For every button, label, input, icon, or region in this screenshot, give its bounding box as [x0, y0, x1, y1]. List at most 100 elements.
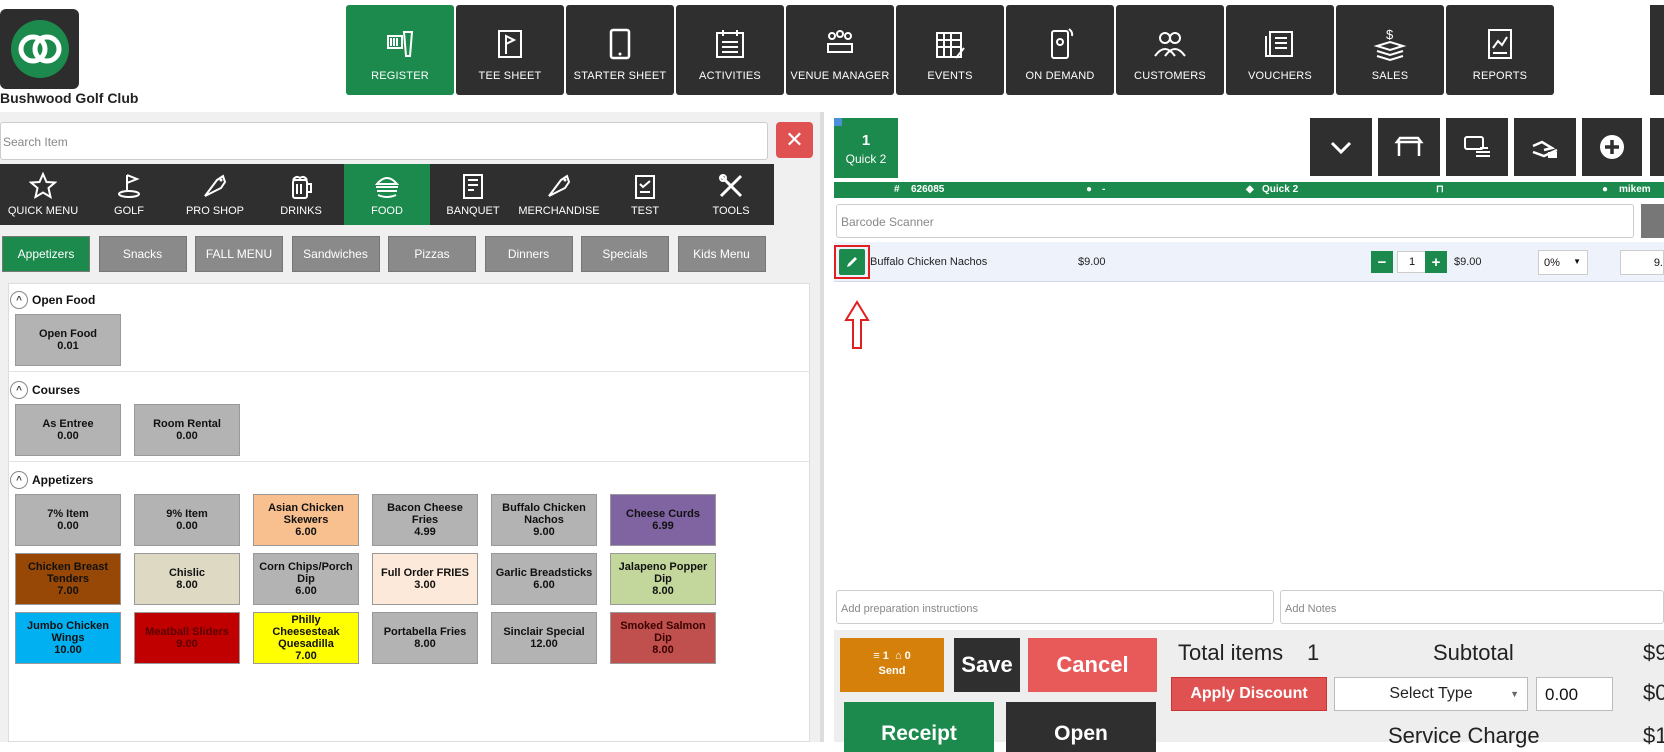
- subcategory-snacks[interactable]: Snacks: [98, 236, 187, 272]
- menu-item-tile[interactable]: Cheese Curds 6.99: [610, 494, 716, 546]
- section-header-courses[interactable]: ^ Courses: [10, 380, 80, 400]
- chevron-up-icon: ^: [10, 471, 28, 489]
- more-button[interactable]: [1650, 118, 1664, 176]
- notes-input[interactable]: Add Notes: [1280, 590, 1664, 624]
- menu-item-tile[interactable]: Room Rental 0.00: [134, 404, 240, 456]
- barcode-input[interactable]: Barcode Scanner: [836, 204, 1634, 238]
- nav-vouchers-button[interactable]: VOUCHERS: [1226, 5, 1334, 95]
- menu-item-price: 6.00: [295, 585, 317, 597]
- qty-input[interactable]: 1: [1397, 251, 1427, 273]
- subcategory-fall-menu[interactable]: FALL MENU: [195, 236, 283, 272]
- nav-register-button[interactable]: REGISTER: [346, 5, 454, 95]
- collapse-button[interactable]: [1310, 118, 1372, 176]
- decrease-qty-button[interactable]: −: [1371, 251, 1393, 273]
- menu-item-tile[interactable]: Chicken Breast Tenders 7.00: [15, 553, 121, 605]
- category-label: MERCHANDISE: [518, 205, 600, 217]
- nav-on-demand-button[interactable]: ON DEMAND: [1006, 5, 1114, 95]
- menu-item-tile[interactable]: Portabella Fries 8.00: [372, 612, 478, 664]
- nav-starter-sheet-button[interactable]: STARTER SHEET: [566, 5, 674, 95]
- search-input[interactable]: Search Item: [0, 122, 768, 160]
- menu-item-name: Jumbo Chicken Wings: [27, 620, 109, 644]
- add-button[interactable]: [1582, 118, 1642, 176]
- nav-sales-button[interactable]: $ SALES: [1336, 5, 1444, 95]
- menu-item-tile[interactable]: Philly Cheesesteak Quesadilla 7.00: [253, 612, 359, 664]
- ticket-id-icon: #: [894, 184, 900, 195]
- menu-item-tile[interactable]: Meatball Sliders 9.00: [134, 612, 240, 664]
- subcategory-specials[interactable]: Specials: [581, 236, 669, 272]
- apply-discount-button[interactable]: Apply Discount: [1171, 677, 1327, 711]
- subcategory-dinners[interactable]: Dinners: [484, 236, 573, 272]
- menu-item-tile[interactable]: Bacon Cheese Fries 4.99: [372, 494, 478, 546]
- send-button[interactable]: ≡ 1 ⌂ 0 Send: [840, 638, 944, 692]
- table-button[interactable]: [1378, 118, 1440, 176]
- discount-type-select[interactable]: Select Type ▼: [1334, 677, 1528, 711]
- subcategory-appetizers[interactable]: Appetizers: [2, 236, 90, 272]
- menu-item-tile[interactable]: Asian Chicken Skewers 6.00: [253, 494, 359, 546]
- send-count-2: 0: [904, 650, 911, 662]
- category-drinks[interactable]: DRINKS: [258, 164, 344, 225]
- menu-item-tile[interactable]: Smoked Salmon Dip 8.00: [610, 612, 716, 664]
- save-button[interactable]: Save: [954, 638, 1020, 692]
- subcategory-kids-menu[interactable]: Kids Menu: [677, 236, 766, 272]
- nav-overflow[interactable]: [1650, 5, 1664, 95]
- discount-amount-input[interactable]: 0.00: [1536, 677, 1613, 711]
- category-pro-shop[interactable]: PRO SHOP: [172, 164, 258, 225]
- nav-events-button[interactable]: EVENTS: [896, 5, 1004, 95]
- cancel-button[interactable]: Cancel: [1028, 638, 1157, 692]
- hand-icon: [1532, 140, 1558, 158]
- section-header-appetizers[interactable]: ^ Appetizers: [10, 470, 93, 490]
- open-button[interactable]: Open: [1006, 702, 1156, 752]
- customer-name[interactable]: -: [1102, 184, 1105, 195]
- menu-item-tile[interactable]: Open Food 0.01: [15, 314, 121, 366]
- menu-item-tile[interactable]: Chislic 8.00: [134, 553, 240, 605]
- nav-venue-manager-button[interactable]: VENUE MANAGER: [786, 5, 894, 95]
- menu-item-name: Philly Cheesesteak Quesadilla: [272, 614, 340, 650]
- menu-item-tile[interactable]: 9% Item 0.00: [134, 494, 240, 546]
- menu-item-tile[interactable]: 7% Item 0.00: [15, 494, 121, 546]
- subcategory-pizzas[interactable]: Pizzas: [388, 236, 476, 272]
- menu-item-price: 8.00: [652, 585, 674, 597]
- section-title: Open Food: [32, 293, 96, 307]
- increase-qty-button[interactable]: +: [1425, 251, 1447, 273]
- chevron-up-icon: ^: [10, 291, 28, 309]
- menu-item-tile[interactable]: Garlic Breadsticks 6.00: [491, 553, 597, 605]
- nav-activities-button[interactable]: ACTIVITIES: [676, 5, 784, 95]
- menu-item-name: Chicken Breast Tenders: [27, 561, 109, 585]
- menu-item-price: 0.00: [57, 430, 79, 442]
- edit-line-button[interactable]: [834, 245, 870, 279]
- line-discount-select[interactable]: 0% ▼: [1538, 250, 1588, 275]
- menu-item-tile[interactable]: Jalapeno Popper Dip 8.00: [610, 553, 716, 605]
- nav-label: TEE SHEET: [478, 70, 542, 82]
- prep-instructions-input[interactable]: Add preparation instructions: [836, 590, 1274, 624]
- category-food[interactable]: FOOD: [344, 164, 430, 225]
- nav-reports-button[interactable]: REPORTS: [1446, 5, 1554, 95]
- ticket-tab[interactable]: 1 Quick 2: [834, 118, 898, 178]
- menu-item-tile[interactable]: Buffalo Chicken Nachos 9.00: [491, 494, 597, 546]
- category-golf[interactable]: GOLF: [86, 164, 172, 225]
- barcode-icon[interactable]: [1641, 204, 1664, 238]
- discount-type-value: Select Type: [1389, 685, 1473, 702]
- menu-item-tile[interactable]: Full Order FRIES 3.00: [372, 553, 478, 605]
- clear-search-button[interactable]: ✕: [776, 122, 813, 158]
- card-pay-button[interactable]: [1446, 118, 1508, 176]
- nav-label: REGISTER: [371, 70, 429, 82]
- menu-item-tile[interactable]: Jumbo Chicken Wings 10.00: [15, 612, 121, 664]
- category-quick-menu[interactable]: QUICK MENU: [0, 164, 86, 225]
- line-total[interactable]: 9.: [1620, 250, 1664, 275]
- menu-item-tile[interactable]: Corn Chips/Porch Dip 6.00: [253, 553, 359, 605]
- subcategory-sandwiches[interactable]: Sandwiches: [291, 236, 380, 272]
- category-tools[interactable]: TOOLS: [688, 164, 774, 225]
- nav-tee-sheet-button[interactable]: TEE SHEET: [456, 5, 564, 95]
- nav-customers-button[interactable]: CUSTOMERS: [1116, 5, 1224, 95]
- menu-item-tile[interactable]: Sinclair Special 12.00: [491, 612, 597, 664]
- menu-item-tile[interactable]: As Entree 0.00: [15, 404, 121, 456]
- category-test[interactable]: TEST: [602, 164, 688, 225]
- section-header-open-food[interactable]: ^ Open Food: [10, 290, 95, 310]
- category-label: DRINKS: [280, 205, 322, 217]
- receipt-button[interactable]: Receipt: [844, 702, 994, 752]
- category-merchandise[interactable]: MERCHANDISE: [516, 164, 602, 225]
- category-banquet[interactable]: BANQUET: [430, 164, 516, 225]
- panel-divider[interactable]: [820, 112, 824, 742]
- user-name: mikem: [1619, 184, 1651, 195]
- hand-pay-button[interactable]: [1514, 118, 1576, 176]
